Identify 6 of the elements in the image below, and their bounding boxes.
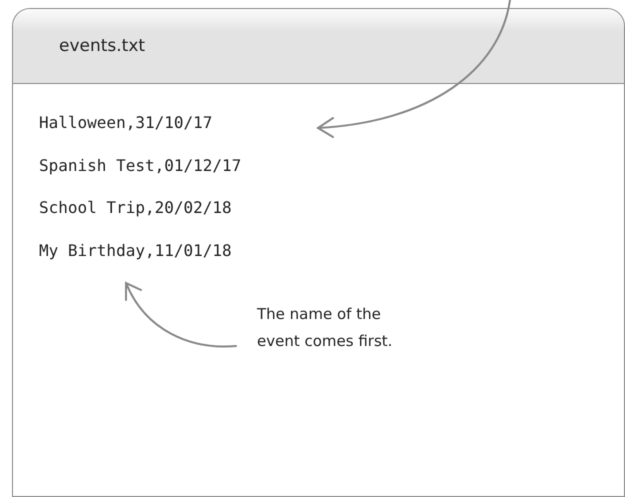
file-text-line: Spanish Test,01/12/17: [39, 156, 242, 176]
file-text-line: School Trip,20/02/18: [39, 198, 233, 219]
annotation-text: The name of the event comes first.: [257, 304, 394, 352]
window-title: events.txt: [59, 36, 146, 56]
file-text-line: My Birthday,11/01/18: [39, 240, 233, 262]
file-text-line: Halloween,31/10/17: [39, 113, 214, 134]
